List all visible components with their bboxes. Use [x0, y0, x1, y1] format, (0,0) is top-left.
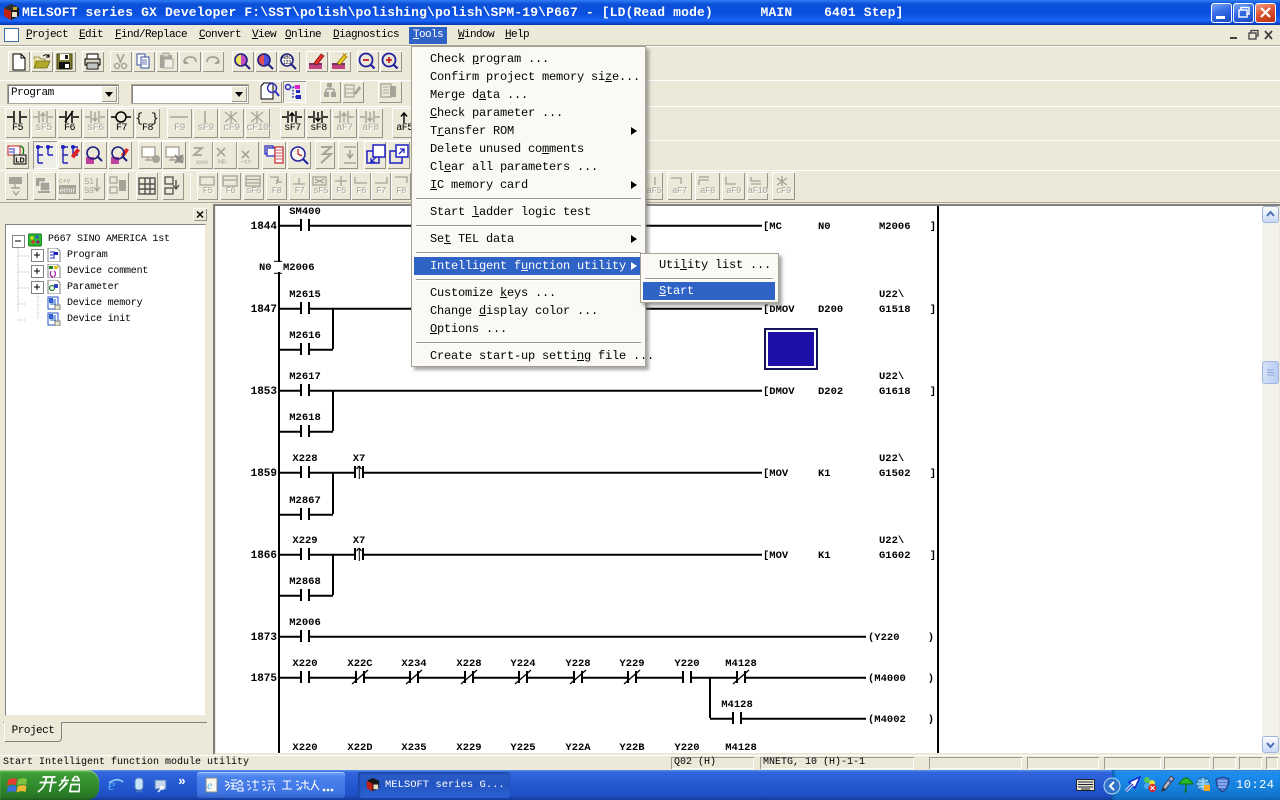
svg-text:M2615: M2615 — [289, 289, 321, 301]
svg-text:Y22A: Y22A — [565, 742, 591, 753]
svg-text:X220: X220 — [292, 658, 317, 670]
svg-text:D202: D202 — [818, 386, 843, 398]
svg-text:HI-: HI- — [218, 159, 228, 166]
svg-text:(Y220: (Y220 — [868, 632, 900, 644]
svg-text:K1: K1 — [818, 468, 831, 480]
svg-text:M2867: M2867 — [289, 495, 321, 507]
svg-text:error: error — [60, 188, 75, 195]
svg-text:N0: N0 — [259, 262, 272, 274]
svg-text:U22\: U22\ — [879, 535, 904, 547]
svg-text:]: ] — [930, 550, 936, 562]
svg-text:xxxx: xxxx — [196, 160, 208, 166]
svg-text:M2006: M2006 — [879, 221, 911, 233]
svg-text:(M4000: (M4000 — [868, 673, 906, 685]
svg-text:Y224: Y224 — [510, 658, 535, 670]
svg-text:e: e — [207, 778, 213, 792]
svg-text:[MOV: [MOV — [763, 550, 789, 562]
svg-text:1873: 1873 — [251, 632, 278, 644]
svg-text:LD: LD — [15, 158, 24, 165]
svg-text:X220: X220 — [292, 742, 317, 753]
svg-text:1866: 1866 — [251, 550, 277, 562]
svg-text:G1602: G1602 — [879, 550, 911, 562]
svg-text:X7: X7 — [353, 535, 366, 547]
svg-text:1875: 1875 — [251, 673, 278, 685]
svg-text:(M4002: (M4002 — [868, 714, 906, 726]
svg-text:]: ] — [930, 221, 936, 233]
svg-text:1859: 1859 — [251, 468, 277, 480]
svg-text:): ) — [928, 632, 934, 644]
svg-text:c+v: c+v — [59, 178, 71, 185]
svg-text:X22C: X22C — [347, 658, 373, 670]
svg-text:Y225: Y225 — [510, 742, 535, 753]
svg-text:M4128: M4128 — [725, 742, 757, 753]
svg-text:-<>: -<> — [241, 159, 252, 166]
svg-text:Y220: Y220 — [674, 742, 699, 753]
svg-text:Y229: Y229 — [619, 658, 644, 670]
svg-text:): ) — [928, 714, 934, 726]
svg-text:Y228: Y228 — [565, 658, 590, 670]
svg-text:): ) — [928, 673, 934, 685]
svg-text:U22\: U22\ — [879, 289, 904, 301]
svg-text:M2617: M2617 — [289, 371, 321, 383]
svg-text:X234: X234 — [401, 658, 426, 670]
svg-text:SM400: SM400 — [289, 206, 321, 218]
svg-text:M4128: M4128 — [721, 699, 753, 711]
svg-text:1844: 1844 — [251, 221, 278, 233]
svg-text:G1502: G1502 — [879, 468, 911, 480]
svg-text:X229: X229 — [292, 535, 317, 547]
svg-text:G1618: G1618 — [879, 386, 911, 398]
svg-text:D200: D200 — [818, 304, 843, 316]
svg-text:]: ] — [930, 304, 936, 316]
svg-text:S1: S1 — [84, 177, 94, 186]
svg-text:X228: X228 — [456, 658, 481, 670]
svg-text:X22D: X22D — [347, 742, 372, 753]
svg-text:M2006: M2006 — [289, 617, 321, 629]
svg-text:[DMOV: [DMOV — [763, 386, 795, 398]
svg-text:M2006: M2006 — [283, 262, 315, 274]
svg-text:[MC: [MC — [763, 221, 783, 233]
svg-text:M4128: M4128 — [725, 658, 757, 670]
svg-text:1853: 1853 — [251, 386, 278, 398]
svg-text:M2616: M2616 — [289, 330, 321, 342]
svg-text:G1518: G1518 — [879, 304, 911, 316]
svg-text:X228: X228 — [292, 453, 317, 465]
svg-text:U22\: U22\ — [879, 371, 904, 383]
svg-text:Y220: Y220 — [674, 658, 699, 670]
svg-text:S9: S9 — [84, 186, 94, 195]
svg-text:M2618: M2618 — [289, 412, 321, 424]
svg-text:X229: X229 — [456, 742, 481, 753]
svg-text:M2868: M2868 — [289, 576, 321, 588]
svg-text:X7: X7 — [353, 453, 366, 465]
svg-text:]: ] — [930, 468, 936, 480]
svg-text:]: ] — [930, 386, 936, 398]
svg-text:X235: X235 — [401, 742, 426, 753]
svg-text:U22\: U22\ — [879, 453, 904, 465]
svg-text:N0: N0 — [818, 221, 831, 233]
svg-text:Y22B: Y22B — [619, 742, 645, 753]
svg-text:[DMOV: [DMOV — [763, 304, 795, 316]
svg-text:K1: K1 — [818, 550, 831, 562]
svg-text:[MOV: [MOV — [763, 468, 789, 480]
svg-text:1847: 1847 — [251, 304, 277, 316]
